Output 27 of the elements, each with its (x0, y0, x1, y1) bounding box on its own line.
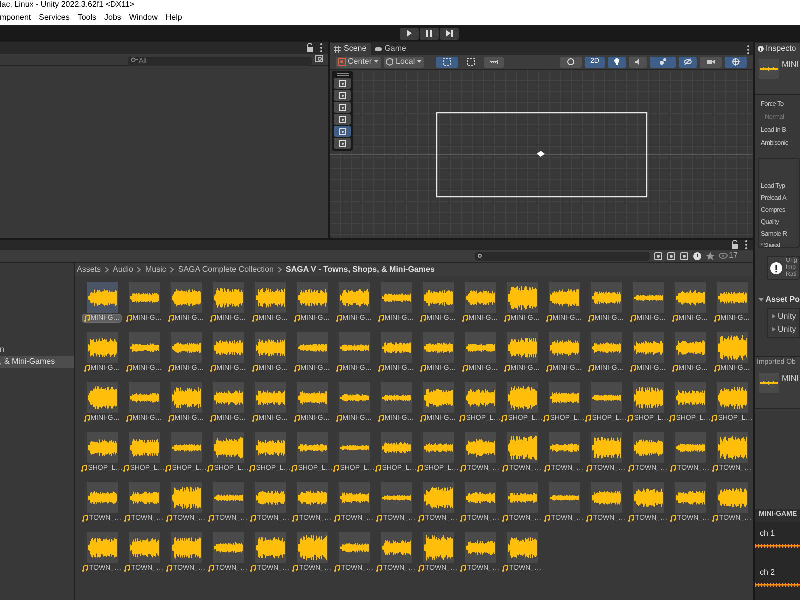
menu-item[interactable]: Services (39, 14, 70, 22)
breadcrumb-link[interactable]: SAGA Complete Collection (178, 264, 274, 276)
dropdown[interactable]: Center (336, 56, 382, 68)
menu-item[interactable]: Window (129, 14, 158, 22)
menu-item[interactable]: mponent (0, 14, 32, 22)
dropdown[interactable]: Local (384, 56, 424, 68)
channel-label: ch 1 (759, 528, 776, 540)
postprocessor-item[interactable]: Unity (778, 310, 796, 323)
breadcrumb-link[interactable]: Audio (113, 264, 134, 276)
menu-item[interactable]: Jobs (104, 14, 122, 22)
postprocessor-item[interactable]: Unity (778, 324, 796, 336)
asset-title: MINI (782, 373, 799, 386)
folder-item[interactable]: n (0, 344, 74, 356)
channel-label: ch 2 (759, 567, 776, 580)
view-tab[interactable]: Scene (330, 43, 371, 55)
section-title: Asset Po (766, 294, 800, 306)
asset-title: MINI (782, 58, 799, 71)
hidden-count: 17 (729, 250, 738, 262)
view-tab[interactable]: Game (370, 43, 410, 55)
breadcrumb-link[interactable]: SAGA V - Towns, Shops, & Mini-Games (286, 264, 435, 276)
window-title: lac, Linux - Unity 2022.3.62f1 <DX11> (0, 1, 135, 9)
menu-item[interactable]: Tools (78, 14, 97, 22)
menu-item[interactable]: Help (166, 14, 182, 22)
inspector-tab[interactable]: Inspecto (755, 42, 800, 55)
breadcrumb-link[interactable]: Music (145, 264, 166, 276)
folder-item[interactable]: , & Mini-Games (0, 356, 74, 368)
breadcrumb-link[interactable]: Assets (77, 264, 102, 276)
